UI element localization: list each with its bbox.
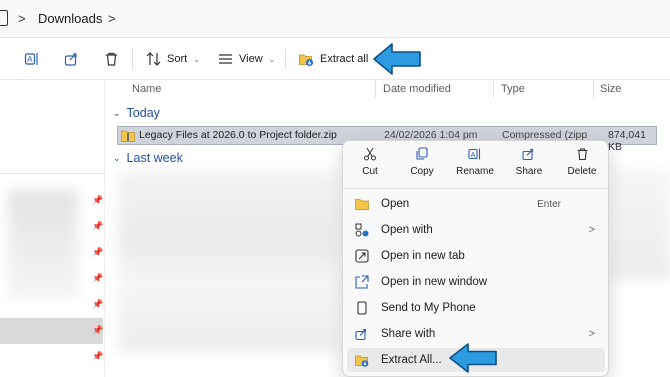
column-header-type[interactable]: Type: [501, 83, 525, 95]
group-header-last-week[interactable]: ⌄ Last week: [113, 151, 183, 165]
device-icon[interactable]: [0, 10, 8, 26]
menu-item-open[interactable]: Open Enter: [347, 192, 605, 216]
folder-icon: [355, 197, 369, 211]
sort-label: Sort: [167, 53, 188, 65]
menu-item-label: Extract All...: [381, 354, 442, 366]
rename-icon: A: [24, 53, 38, 65]
command-bar: A Sort ⌄ View ⌄ Extract all: [0, 38, 670, 80]
sort-icon: [146, 52, 161, 66]
chevron-down-icon: ⌄: [113, 152, 121, 163]
nav-item-selected[interactable]: [0, 318, 103, 344]
menu-item-label: Open: [381, 198, 410, 210]
view-icon: [219, 54, 232, 64]
pin-icon: 📌: [92, 299, 104, 309]
extract-all-label: Extract all: [320, 53, 369, 65]
pin-icon: 📌: [92, 325, 104, 335]
share-icon: [522, 148, 534, 161]
extract-icon: [299, 54, 314, 67]
column-divider[interactable]: [593, 80, 594, 98]
column-header-date[interactable]: Date modified: [383, 83, 451, 95]
menu-item-open-with[interactable]: Open with >: [347, 218, 605, 242]
column-headers: Name Date modified Type Size: [105, 80, 670, 98]
share-icon: [64, 53, 77, 66]
cut-label: Cut: [362, 166, 378, 177]
copy-icon: [416, 147, 428, 160]
share-with-icon: [355, 327, 369, 341]
cut-button[interactable]: Cut: [344, 147, 396, 187]
rename-label: Rename: [456, 166, 494, 177]
menu-item-open-new-window[interactable]: Open in new window: [347, 270, 605, 294]
extract-icon: [355, 353, 369, 367]
file-list-blurred-right: [612, 170, 670, 280]
new-window-icon: [355, 275, 369, 289]
menu-item-send-to-phone[interactable]: Send to My Phone: [347, 296, 605, 320]
chevron-right-icon: >: [588, 328, 595, 340]
menu-item-share-with[interactable]: Share with >: [347, 322, 605, 346]
chevron-down-icon: ⌄: [268, 54, 276, 64]
menu-divider: [343, 188, 608, 189]
cut-icon: [364, 147, 376, 161]
sort-button[interactable]: Sort ⌄: [146, 38, 200, 80]
rename-menu-button[interactable]: A Rename: [449, 147, 501, 187]
column-header-name[interactable]: Name: [132, 83, 161, 95]
delete-menu-button[interactable]: Delete: [556, 147, 608, 187]
menu-item-label: Share with: [381, 328, 436, 340]
delete-button[interactable]: [104, 38, 119, 80]
pin-icon: 📌: [92, 221, 104, 231]
chevron-right-icon: >: [588, 224, 595, 236]
svg-text:A: A: [471, 152, 476, 159]
breadcrumb-downloads[interactable]: Downloads: [38, 11, 102, 26]
file-list-blurred: [118, 172, 338, 352]
copy-button[interactable]: Copy: [396, 147, 448, 187]
group-label: Today: [126, 106, 160, 120]
group-label: Last week: [126, 151, 183, 165]
column-divider[interactable]: [375, 80, 376, 98]
rename-button[interactable]: A: [24, 38, 40, 80]
rename-icon: A: [468, 148, 481, 160]
menu-item-extract-all[interactable]: Extract All...: [347, 348, 605, 372]
column-divider[interactable]: [493, 80, 494, 98]
zip-folder-icon: [121, 130, 135, 142]
nav-items-blurred: [8, 190, 78, 300]
shortcut-text: Enter: [537, 198, 561, 210]
menu-item-label: Open with: [381, 224, 433, 236]
navigation-pane: 📌 📌 📌 📌 📌 📌 📌: [0, 80, 105, 377]
delete-label: Delete: [567, 166, 597, 177]
delete-icon: [106, 52, 117, 66]
view-button[interactable]: View ⌄: [218, 38, 275, 80]
toolbar-divider: [132, 49, 133, 69]
nav-divider: [0, 173, 105, 174]
pin-icon: 📌: [92, 351, 104, 361]
toolbar-divider: [285, 49, 286, 69]
file-size: 874,041 KB: [608, 129, 646, 153]
pin-icon: 📌: [92, 195, 104, 205]
pin-icon: 📌: [92, 247, 104, 257]
menu-item-open-new-tab[interactable]: Open in new tab: [347, 244, 605, 268]
menu-item-label: Send to My Phone: [381, 302, 476, 314]
address-bar: > Downloads >: [0, 0, 670, 38]
new-tab-icon: [355, 249, 369, 263]
chevron-down-icon: ⌄: [113, 107, 121, 118]
view-label: View: [239, 53, 263, 65]
file-name: Legacy Files at 2026.0 to Project folder…: [139, 129, 337, 141]
pin-icon: 📌: [92, 273, 104, 283]
menu-item-label: Open in new window: [381, 276, 488, 288]
share-label: Share: [515, 166, 543, 177]
delete-icon: [577, 148, 587, 161]
menu-item-label: Open in new tab: [381, 250, 465, 262]
context-menu: Cut Copy A Rename Share Delete Open Ente…: [342, 140, 609, 377]
svg-text:A: A: [27, 55, 33, 64]
phone-icon: [355, 301, 369, 315]
share-menu-button[interactable]: Share: [503, 147, 555, 187]
breadcrumb-separator[interactable]: >: [108, 11, 116, 26]
extract-all-button[interactable]: Extract all: [298, 38, 368, 80]
open-with-icon: [355, 223, 369, 237]
copy-label: Copy: [410, 166, 434, 177]
share-button[interactable]: [64, 38, 80, 80]
group-header-today[interactable]: ⌄ Today: [113, 106, 160, 120]
column-header-size[interactable]: Size: [600, 83, 621, 95]
chevron-down-icon: ⌄: [193, 54, 200, 64]
breadcrumb-separator: >: [18, 11, 26, 26]
